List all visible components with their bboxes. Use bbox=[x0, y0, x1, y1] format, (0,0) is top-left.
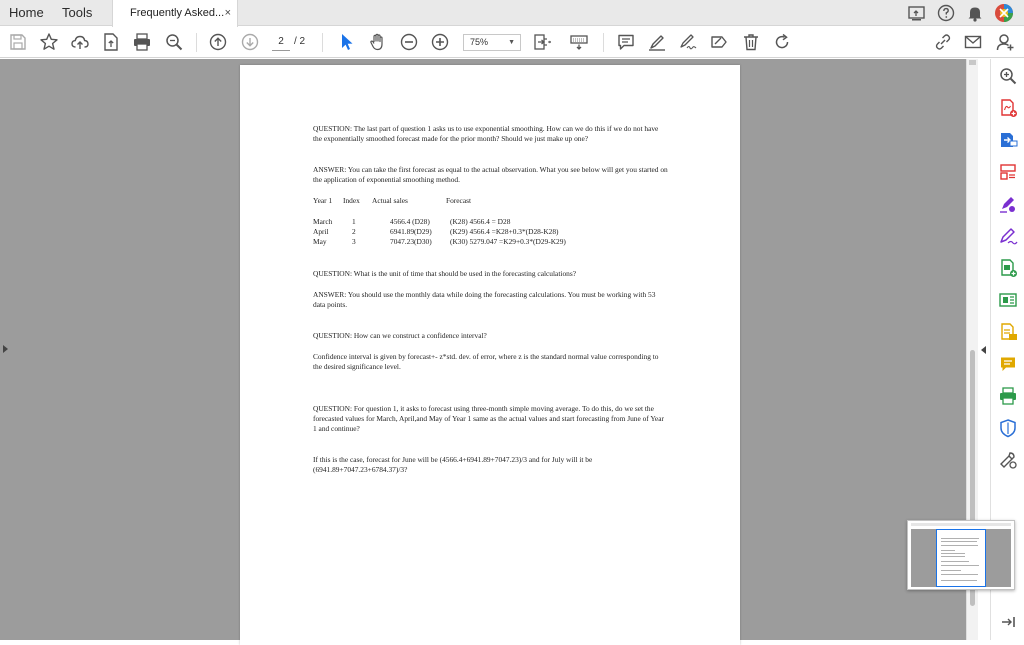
sign-pen-icon[interactable] bbox=[678, 32, 698, 52]
question-1: QUESTION: The last part of question 1 as… bbox=[313, 124, 659, 143]
previous-page-icon[interactable] bbox=[208, 32, 228, 52]
question-4: QUESTION: For question 1, it asks to for… bbox=[313, 404, 664, 433]
protect-shield-icon[interactable] bbox=[998, 418, 1018, 438]
table-cell-forecast: (K29) 4566.4 =K28+0.3*(D28-K28) bbox=[450, 227, 559, 236]
organize-pages-icon[interactable] bbox=[998, 162, 1018, 182]
tab-bar: Home Tools Frequently Asked... × bbox=[0, 0, 1024, 27]
toolbar-divider bbox=[603, 33, 604, 52]
share-screen-icon[interactable] bbox=[907, 3, 927, 23]
table-cell-actual: 4566.4 (D28) bbox=[390, 217, 430, 226]
highlight-pen-icon[interactable] bbox=[647, 32, 667, 52]
spreadsheet-export-icon[interactable] bbox=[998, 290, 1018, 310]
table-cell-month: March bbox=[313, 217, 333, 226]
fill-and-sign-icon[interactable] bbox=[998, 194, 1018, 214]
file-upload-icon[interactable] bbox=[101, 32, 121, 52]
table-row: April 2 6941.89(D29) (K29) 4566.4 =K28+0… bbox=[313, 227, 668, 237]
hand-pan-icon[interactable] bbox=[368, 32, 388, 52]
page-fit-icon[interactable] bbox=[532, 32, 552, 52]
left-panel-expand-icon[interactable] bbox=[3, 345, 8, 353]
table-cell-index: 1 bbox=[352, 217, 356, 226]
right-panel-collapse-icon[interactable] bbox=[981, 346, 986, 354]
thumbnail-viewport bbox=[911, 529, 1011, 587]
tab-tools[interactable]: Tools bbox=[62, 0, 92, 26]
table-cell-forecast: (K28) 4566.4 = D28 bbox=[450, 217, 511, 226]
toolbar-divider bbox=[196, 33, 197, 52]
combine-files-icon[interactable] bbox=[998, 258, 1018, 278]
chevron-down-icon: ▼ bbox=[508, 39, 515, 46]
zoom-level-value: 75% bbox=[470, 37, 489, 47]
scan-document-icon[interactable] bbox=[998, 322, 1018, 342]
send-for-signature-icon[interactable] bbox=[709, 32, 729, 52]
scroll-up-arrow[interactable] bbox=[969, 60, 976, 65]
table-header-forecast: Forecast bbox=[446, 196, 472, 205]
table-header: Year 1 Index Actual sales Forecast bbox=[313, 196, 668, 206]
table-cell-index: 3 bbox=[352, 237, 356, 246]
table-header-actual: Actual sales bbox=[372, 196, 408, 205]
zoom-in-panel-icon[interactable] bbox=[998, 66, 1018, 86]
print-production-icon[interactable] bbox=[998, 386, 1018, 406]
tab-document[interactable]: Frequently Asked... × bbox=[112, 0, 238, 27]
save-icon[interactable] bbox=[8, 32, 28, 52]
document-viewport[interactable]: QUESTION: The last part of question 1 as… bbox=[0, 59, 966, 645]
collapse-panel-icon[interactable] bbox=[998, 612, 1018, 632]
zoom-level-dropdown[interactable]: 75% ▼ bbox=[463, 34, 521, 51]
comment-icon[interactable] bbox=[616, 32, 636, 52]
answer-2: ANSWER: You should use the monthly data … bbox=[313, 290, 656, 309]
delete-trash-icon[interactable] bbox=[741, 32, 761, 52]
answer-4: If this is the case, forecast for June w… bbox=[313, 455, 593, 474]
link-edit-icon[interactable] bbox=[933, 32, 953, 52]
export-pdf-icon[interactable] bbox=[998, 130, 1018, 150]
table-header-index: Index bbox=[343, 196, 360, 205]
page-thumbnail-navigator[interactable] bbox=[907, 520, 1015, 590]
table-header-year: Year 1 bbox=[313, 196, 333, 205]
print-icon[interactable] bbox=[132, 32, 152, 52]
question-2: QUESTION: What is the unit of time that … bbox=[313, 269, 576, 278]
answer-1: ANSWER: You can take the first forecast … bbox=[313, 165, 668, 184]
close-tab-icon[interactable]: × bbox=[225, 0, 231, 27]
answer-3: Confidence interval is given by forecast… bbox=[313, 352, 659, 371]
cloud-upload-icon[interactable] bbox=[70, 32, 90, 52]
thumbnail-toolbar-strip bbox=[911, 523, 1011, 526]
tab-document-title: Frequently Asked... bbox=[130, 7, 225, 19]
keyboard-icon[interactable] bbox=[569, 32, 589, 52]
page-total-label: / 2 bbox=[294, 36, 306, 47]
zoom-out-icon[interactable] bbox=[399, 32, 419, 52]
thumbnail-page bbox=[936, 529, 986, 587]
table-row: May 3 7047.23(D30) (K30) 5279.047 =K29+0… bbox=[313, 237, 668, 247]
next-page-icon[interactable] bbox=[240, 32, 260, 52]
current-page-field[interactable]: 2 bbox=[272, 35, 290, 51]
tab-home[interactable]: Home bbox=[9, 0, 44, 26]
table-cell-month: May bbox=[313, 237, 327, 246]
comment-panel-icon[interactable] bbox=[998, 354, 1018, 374]
help-icon[interactable] bbox=[936, 3, 956, 23]
table-cell-actual: 7047.23(D30) bbox=[390, 237, 432, 246]
table-cell-index: 2 bbox=[352, 227, 356, 236]
rotate-icon[interactable] bbox=[772, 32, 792, 52]
table-cell-actual: 6941.89(D29) bbox=[390, 227, 432, 236]
notifications-bell-icon[interactable] bbox=[965, 3, 985, 23]
email-icon[interactable] bbox=[963, 32, 983, 52]
bookmark-star-icon[interactable] bbox=[39, 32, 59, 52]
table-cell-month: April bbox=[313, 227, 329, 236]
pdf-page: QUESTION: The last part of question 1 as… bbox=[240, 65, 740, 645]
main-toolbar: 2 / 2 75% ▼ bbox=[0, 27, 1024, 58]
select-cursor-icon[interactable] bbox=[337, 32, 357, 52]
more-tools-icon[interactable] bbox=[998, 450, 1018, 470]
table-row: March 1 4566.4 (D28) (K28) 4566.4 = D28 bbox=[313, 217, 668, 227]
user-avatar-icon[interactable] bbox=[994, 3, 1014, 23]
add-user-icon[interactable] bbox=[995, 32, 1015, 52]
question-3: QUESTION: How can we construct a confide… bbox=[313, 331, 487, 340]
create-pdf-icon[interactable] bbox=[998, 98, 1018, 118]
edit-pen-icon[interactable] bbox=[998, 226, 1018, 246]
toolbar-divider bbox=[322, 33, 323, 52]
table-cell-forecast: (K30) 5279.047 =K29+0.3*(D29-K29) bbox=[450, 237, 566, 246]
zoom-in-icon[interactable] bbox=[430, 32, 450, 52]
zoom-search-icon[interactable] bbox=[164, 32, 184, 52]
